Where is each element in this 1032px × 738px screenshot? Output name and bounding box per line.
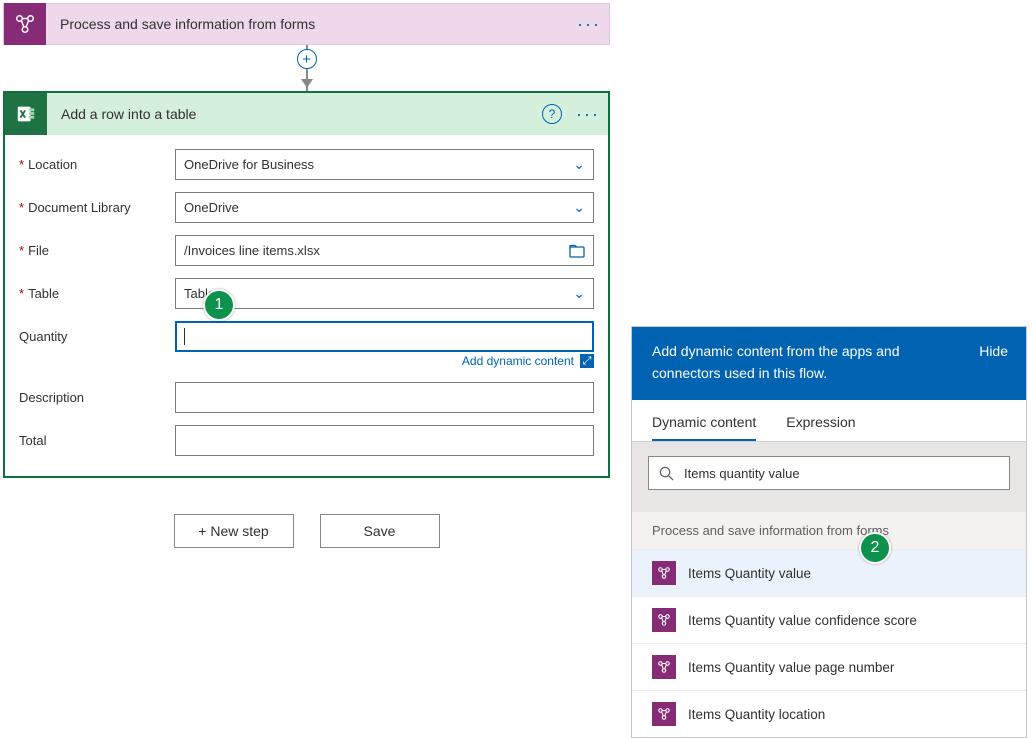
excel-icon [5, 93, 47, 135]
description-input[interactable] [175, 382, 594, 413]
flow-connector: + [3, 45, 610, 91]
dynamic-content-group-label: Process and save information from forms [632, 512, 1026, 549]
search-value: Items quantity value [684, 466, 999, 481]
action-title: Add a row into a table [47, 106, 542, 122]
label-total: Total [19, 433, 46, 448]
save-button[interactable]: Save [320, 514, 440, 548]
callout-badge-1: 1 [203, 289, 235, 321]
label-table: Table [28, 286, 59, 301]
action-header[interactable]: Add a row into a table ? ··· [5, 93, 608, 135]
action-card-add-row[interactable]: Add a row into a table ? ··· *Location O… [3, 91, 610, 478]
location-select[interactable]: OneDrive for Business ⌄ [175, 149, 594, 180]
chevron-down-icon: ⌄ [573, 285, 585, 302]
field-total: Total [19, 425, 594, 456]
dynamic-content-item-label: Items Quantity value confidence score [688, 613, 917, 628]
table-select[interactable]: Table1 ⌄ [175, 278, 594, 309]
dynamic-content-item-label: Items Quantity value [688, 566, 811, 581]
ai-builder-icon [652, 655, 676, 679]
add-dynamic-content-link[interactable]: Add dynamic content ⤢ [462, 354, 594, 368]
trigger-title: Process and save information from forms [46, 16, 569, 32]
field-quantity: Quantity [19, 321, 594, 352]
ai-builder-icon [652, 702, 676, 726]
field-description: Description [19, 382, 594, 413]
action-more-button[interactable]: ··· [568, 104, 608, 125]
label-quantity: Quantity [19, 329, 67, 344]
callout-badge-2: 2 [859, 532, 891, 564]
dynamic-content-header: Add dynamic content from the apps and co… [632, 327, 1026, 400]
dynamic-content-item[interactable]: Items Quantity value [632, 549, 1026, 596]
field-file: *File /Invoices line items.xlsx [19, 235, 594, 266]
total-input[interactable] [175, 425, 594, 456]
label-description: Description [19, 390, 84, 405]
expand-icon: ⤢ [580, 354, 594, 368]
dynamic-content-item[interactable]: Items Quantity value confidence score [632, 596, 1026, 643]
dynamic-content-panel: Add dynamic content from the apps and co… [631, 326, 1027, 738]
trigger-more-button[interactable]: ··· [569, 14, 609, 35]
file-picker[interactable]: /Invoices line items.xlsx [175, 235, 594, 266]
chevron-down-icon: ⌄ [573, 156, 585, 173]
add-step-plus-button[interactable]: + [297, 49, 317, 69]
label-file: File [28, 243, 49, 258]
ai-builder-icon [4, 3, 46, 45]
label-location: Location [28, 157, 77, 172]
field-document-library: *Document Library OneDrive ⌄ [19, 192, 594, 223]
label-document-library: Document Library [28, 200, 131, 215]
search-icon [659, 466, 674, 481]
trigger-card[interactable]: Process and save information from forms … [3, 3, 610, 45]
document-library-select[interactable]: OneDrive ⌄ [175, 192, 594, 223]
field-table: *Table Table1 ⌄ [19, 278, 594, 309]
chevron-down-icon: ⌄ [573, 199, 585, 216]
new-step-button[interactable]: + New step [174, 514, 294, 548]
dynamic-content-item[interactable]: Items Quantity location [632, 690, 1026, 737]
quantity-input[interactable] [175, 321, 594, 352]
dynamic-content-item-label: Items Quantity value page number [688, 660, 894, 675]
ai-builder-icon [652, 608, 676, 632]
ai-builder-icon [652, 561, 676, 585]
help-icon[interactable]: ? [542, 104, 562, 124]
tab-expression[interactable]: Expression [786, 404, 855, 441]
dynamic-content-item-label: Items Quantity location [688, 707, 825, 722]
folder-icon[interactable] [569, 244, 585, 258]
footer-buttons: + New step Save [3, 514, 610, 548]
tab-dynamic-content[interactable]: Dynamic content [652, 404, 756, 441]
action-body: *Location OneDrive for Business ⌄ *Docum… [5, 135, 608, 476]
dynamic-content-tabs: Dynamic content Expression [632, 400, 1026, 442]
dynamic-content-item[interactable]: Items Quantity value page number [632, 643, 1026, 690]
field-location: *Location OneDrive for Business ⌄ [19, 149, 594, 180]
dynamic-content-search[interactable]: Items quantity value [648, 456, 1010, 490]
hide-panel-button[interactable]: Hide [979, 341, 1008, 384]
